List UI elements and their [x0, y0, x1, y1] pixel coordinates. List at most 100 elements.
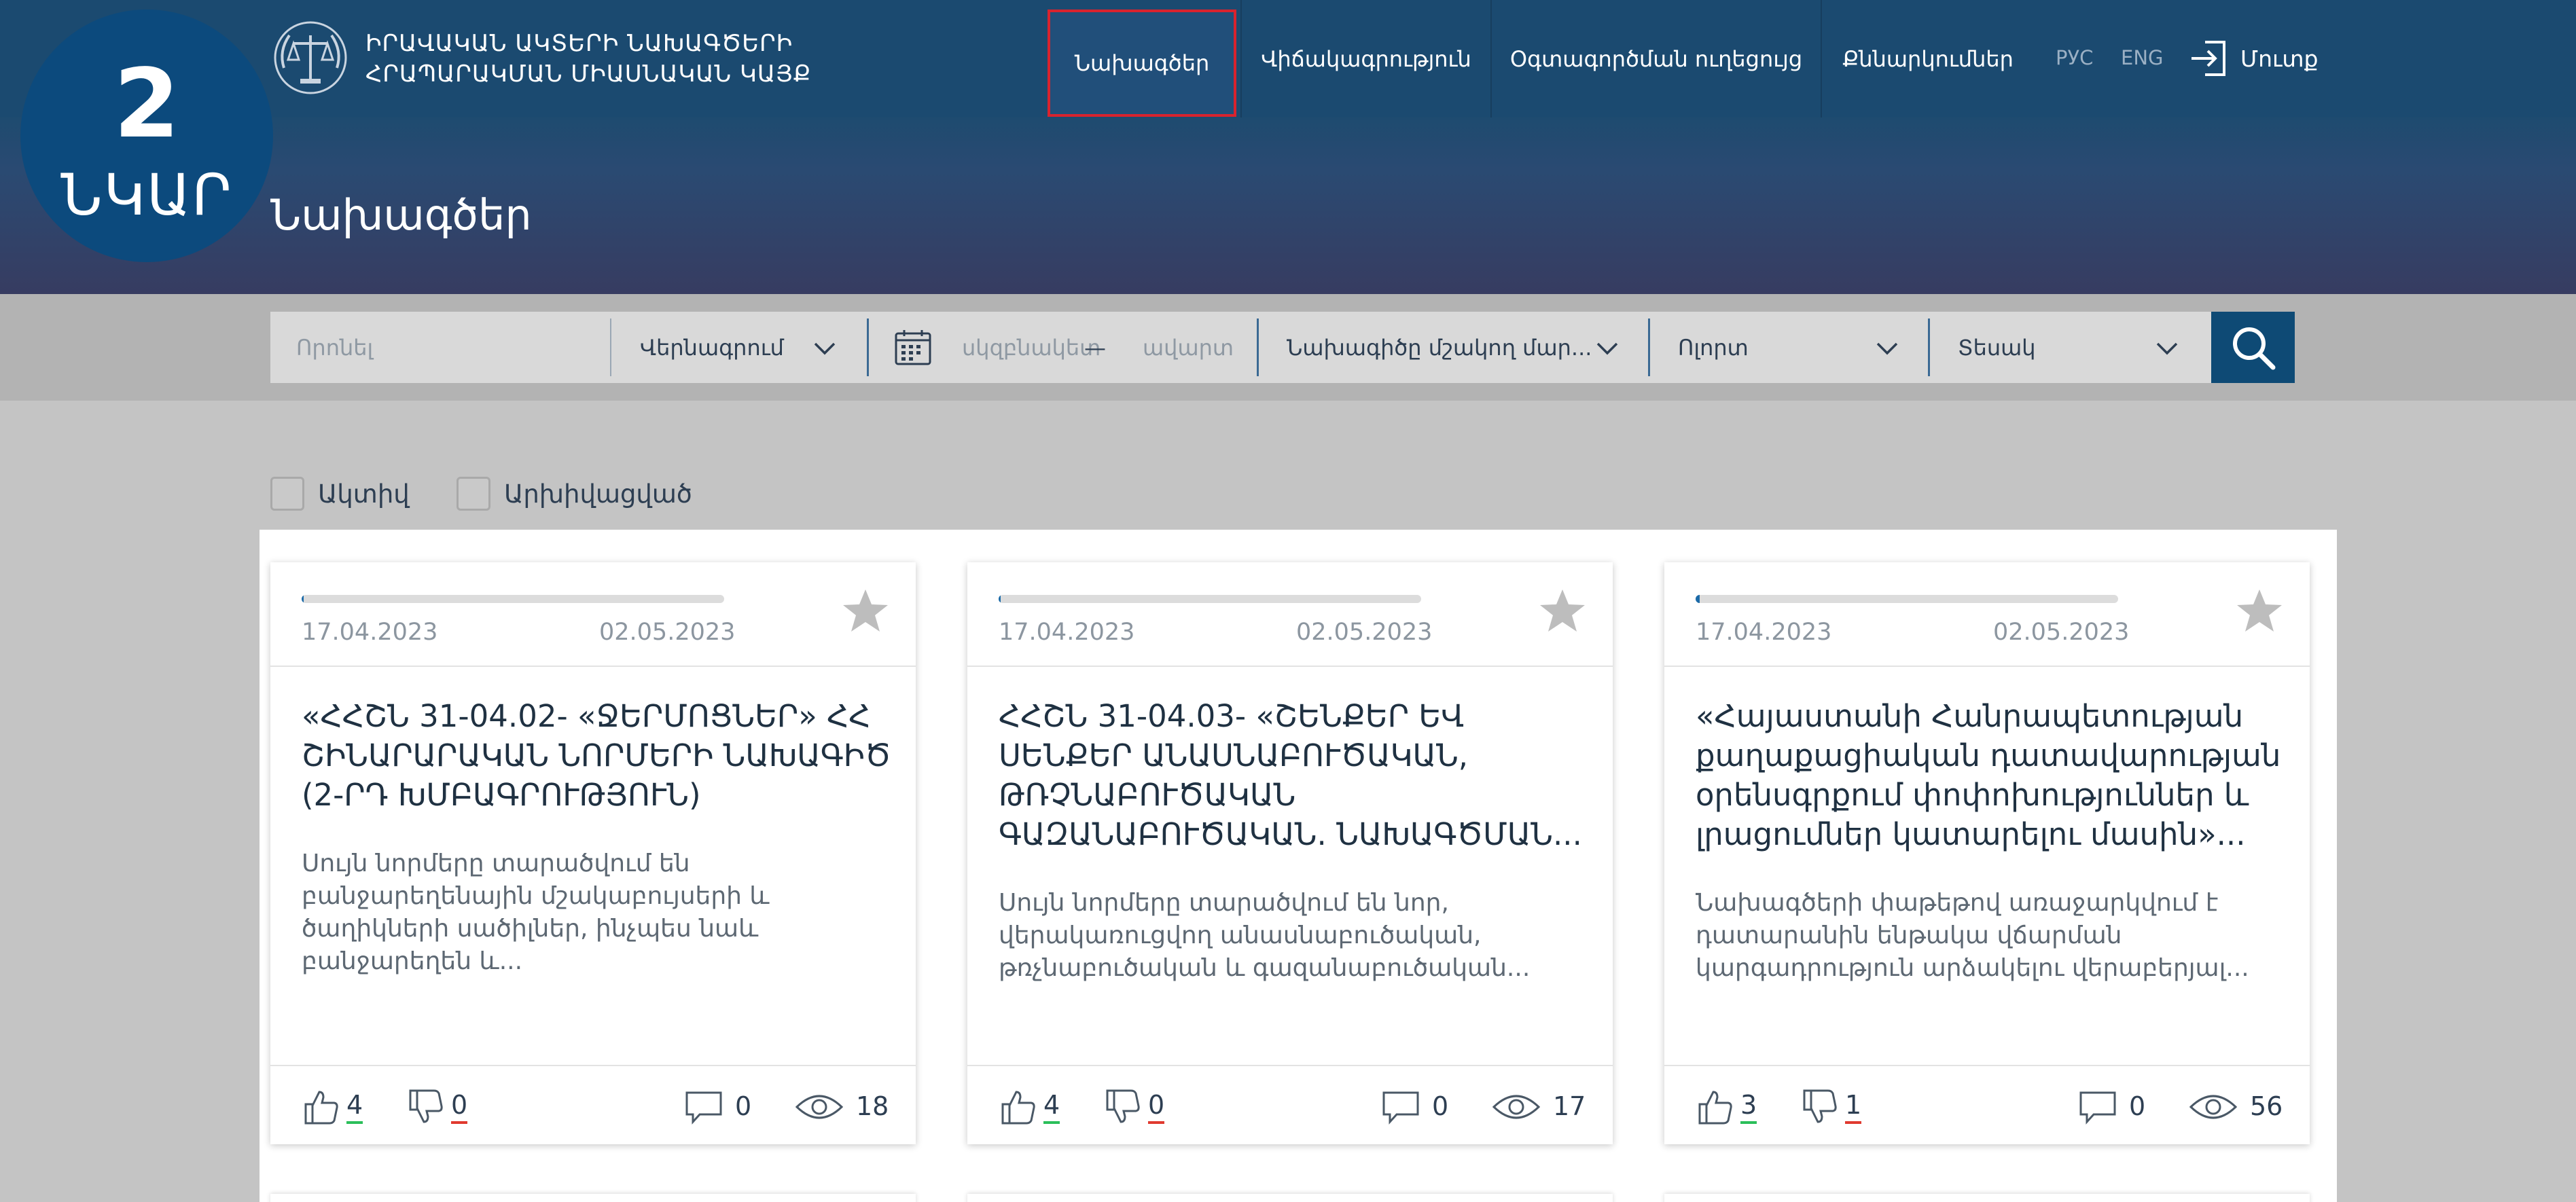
nav-projects[interactable]: Նախագծեր	[1048, 10, 1236, 117]
project-card-partial[interactable]	[1664, 1194, 2310, 1202]
views-count: 56	[2250, 1091, 2283, 1121]
active-checkbox[interactable]: Ակտիվ	[270, 477, 410, 511]
comments-stat[interactable]: 0	[2079, 1087, 2145, 1127]
date-from-input[interactable]: սկզբնակետ	[962, 312, 1101, 383]
logo-line-1: ԻՐԱՎԱԿԱՆ ԱԿՏԵՐԻ ՆԱԽԱԳԾԵՐԻ	[365, 30, 793, 57]
project-card[interactable]: 17.04.2023 02.05.2023 «ՀՀՇՆ 31-04.02- «Ջ…	[270, 562, 916, 1144]
end-date: 02.05.2023	[1296, 619, 1433, 646]
progress-fill	[302, 595, 304, 603]
discussion-progress-bar	[999, 595, 1421, 603]
nav-statistics[interactable]: Վիճակագրություն	[1242, 0, 1490, 117]
project-card-partial[interactable]	[967, 1194, 1613, 1202]
dislike-button[interactable]: 1	[1800, 1087, 1862, 1127]
project-title[interactable]: ՀՀՇՆ 31-04.03- «ՇԵՆՔԵՐ ԵՎ ՍԵՆՔԵՐ ԱՆԱՍՆԱԲ…	[999, 697, 1590, 854]
card-divider	[270, 666, 916, 667]
likes-count: 3	[1740, 1090, 1757, 1124]
filter-bar: Որոնել Վերնագրում սկզբնակետ — ավարտ Նախա…	[270, 312, 2213, 383]
card-footer: 4 0 0 17	[967, 1066, 1613, 1144]
search-input[interactable]: Որոնել	[296, 312, 595, 383]
card-divider	[967, 666, 1613, 667]
eye-icon	[2189, 1095, 2238, 1119]
comments-count: 0	[2129, 1091, 2146, 1121]
views-stat: 18	[795, 1087, 889, 1127]
search-button[interactable]	[2211, 312, 2295, 383]
comments-stat[interactable]: 0	[685, 1087, 751, 1127]
star-icon[interactable]	[1538, 587, 1587, 636]
developer-select[interactable]: Նախագիծը մշակող մար...	[1287, 312, 1592, 383]
active-checkbox-box[interactable]	[270, 477, 304, 511]
archived-checkbox[interactable]: Արխիվացված	[457, 477, 692, 511]
views-count: 18	[856, 1091, 889, 1121]
page-title: Նախագծեր	[270, 190, 532, 240]
project-card[interactable]: 17.04.2023 02.05.2023 ՀՀՇՆ 31-04.03- «ՇԵ…	[967, 562, 1613, 1144]
active-checkbox-label: Ակտիվ	[318, 479, 410, 509]
calendar-icon[interactable]	[894, 329, 932, 366]
eye-icon	[795, 1095, 844, 1119]
thumbs-down-icon	[1803, 1089, 1837, 1123]
comment-icon	[685, 1091, 722, 1125]
figure-badge-number: 2	[113, 49, 180, 160]
logo-line-2: ՀՐԱՊԱՐԱԿՄԱՆ ՄԻԱՍՆԱԿԱՆ ԿԱՅՔ	[365, 60, 812, 88]
progress-fill	[1696, 595, 1700, 603]
like-button[interactable]: 4	[999, 1087, 1060, 1127]
comments-stat[interactable]: 0	[1382, 1087, 1448, 1127]
start-date: 17.04.2023	[302, 619, 438, 646]
date-range-separator: —	[1084, 334, 1106, 361]
figure-badge-word: ՆԿԱՐ	[60, 162, 233, 228]
start-date: 17.04.2023	[1696, 619, 1832, 646]
archived-checkbox-box[interactable]	[457, 477, 490, 511]
card-footer: 4 0 0 18	[270, 1066, 916, 1144]
chevron-down-icon[interactable]	[1595, 336, 1620, 361]
dislike-button[interactable]: 0	[1103, 1087, 1165, 1127]
site-logo-text[interactable]: ԻՐԱՎԱԿԱՆ ԱԿՏԵՐԻ ՆԱԽԱԳԾԵՐԻ ՀՐԱՊԱՐԱԿՄԱՆ ՄԻ…	[365, 29, 811, 90]
progress-fill	[999, 595, 1001, 603]
end-date: 02.05.2023	[1993, 619, 2130, 646]
nav-user-guide[interactable]: Օգտագործման ուղեցույց	[1492, 0, 1821, 117]
chevron-down-icon[interactable]	[2155, 336, 2179, 361]
star-icon[interactable]	[2235, 587, 2284, 636]
discussion-progress-bar	[1696, 595, 2118, 603]
like-button[interactable]: 3	[1696, 1087, 1757, 1127]
comments-count: 0	[1432, 1091, 1449, 1121]
project-card[interactable]: 17.04.2023 02.05.2023 «Հայաստանի Հանրապե…	[1664, 562, 2310, 1144]
login-button[interactable]: Մուտք	[2189, 38, 2319, 79]
views-count: 17	[1553, 1091, 1586, 1121]
comment-icon	[1382, 1091, 1419, 1125]
comments-count: 0	[735, 1091, 752, 1121]
card-footer: 3 1 0 56	[1664, 1066, 2310, 1144]
archived-checkbox-label: Արխիվացված	[504, 479, 692, 509]
filter-divider	[1928, 318, 1930, 376]
thumbs-up-icon	[1698, 1091, 1732, 1125]
nav-discussions[interactable]: Քննարկումներ	[1822, 0, 2034, 117]
dislikes-count: 1	[1845, 1090, 1862, 1124]
discussion-progress-bar	[302, 595, 724, 603]
date-to-input[interactable]: ավարտ	[1143, 312, 1245, 383]
project-card-partial[interactable]	[270, 1194, 916, 1202]
chevron-down-icon[interactable]	[812, 336, 837, 361]
area-select[interactable]: Ոլորտ	[1678, 312, 1882, 383]
type-select-label: Տեսակ	[1958, 334, 2036, 361]
end-date: 02.05.2023	[599, 619, 736, 646]
thumbs-down-icon	[409, 1089, 443, 1123]
developer-select-label: Նախագիծը մշակող մար...	[1287, 334, 1592, 361]
project-title[interactable]: «Հայաստանի Հանրապետության քաղաքացիական դ…	[1696, 697, 2287, 854]
like-button[interactable]: 4	[302, 1087, 363, 1127]
search-icon	[2232, 327, 2275, 369]
filter-divider	[867, 318, 869, 376]
scales-emblem-icon[interactable]	[270, 20, 351, 95]
lang-ru-link[interactable]: РУС	[2056, 46, 2093, 69]
eye-icon	[1492, 1095, 1541, 1119]
star-icon[interactable]	[841, 587, 890, 636]
type-select[interactable]: Տեսակ	[1958, 312, 2162, 383]
thumbs-up-icon	[304, 1091, 338, 1125]
dislikes-count: 0	[451, 1090, 468, 1124]
filter-divider	[610, 318, 611, 376]
figure-badge: 2 ՆԿԱՐ	[20, 10, 273, 262]
chevron-down-icon[interactable]	[1875, 336, 1899, 361]
project-title[interactable]: «ՀՀՇՆ 31-04.02- «ՋԵՐՄՈՑՆԵՐ» ՀՀ ՇԻՆԱՐԱՐԱԿ…	[302, 697, 893, 815]
lang-en-link[interactable]: ENG	[2121, 46, 2164, 69]
dislike-button[interactable]: 0	[406, 1087, 468, 1127]
login-label: Մուտք	[2240, 45, 2319, 72]
thumbs-down-icon	[1106, 1089, 1140, 1123]
login-icon	[2192, 41, 2225, 76]
